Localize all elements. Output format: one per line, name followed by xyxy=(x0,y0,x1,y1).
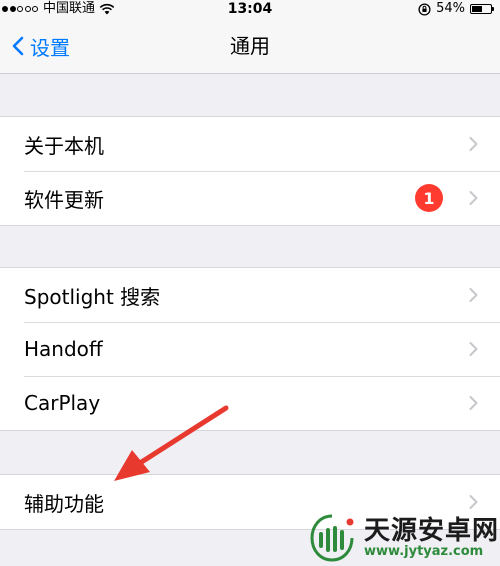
row-about-device[interactable]: 关于本机 xyxy=(0,117,500,171)
status-bar: 中国联通 13:04 54% xyxy=(0,0,500,18)
battery-percent: 54% xyxy=(436,1,465,16)
watermark: 天源安卓网 www.jytyaz.com xyxy=(306,510,500,566)
row-label: Spotlight 搜索 xyxy=(24,284,161,309)
chevron-right-icon xyxy=(469,288,478,302)
watermark-url: www.jytyaz.com xyxy=(364,543,484,559)
row-spotlight-search[interactable]: Spotlight 搜索 xyxy=(0,268,500,322)
android-logo-icon xyxy=(310,514,354,562)
row-label: 关于本机 xyxy=(24,133,104,158)
watermark-text: 天源安卓网 www.jytyaz.com xyxy=(364,515,500,559)
watermark-title: 天源安卓网 xyxy=(364,515,500,546)
status-right: 54% xyxy=(418,0,494,18)
row-label: 辅助功能 xyxy=(24,491,104,516)
settings-group-features: Spotlight 搜索 Handoff CarPlay xyxy=(0,267,500,431)
chevron-right-icon xyxy=(469,342,478,356)
update-badge: 1 xyxy=(415,184,443,212)
settings-group-about: 关于本机 软件更新 1 xyxy=(0,116,500,226)
orientation-lock-icon xyxy=(418,2,431,16)
chevron-right-icon xyxy=(469,137,478,151)
row-carplay[interactable]: CarPlay xyxy=(0,376,500,430)
row-label: CarPlay xyxy=(24,391,101,415)
chevron-right-icon xyxy=(469,396,478,410)
navigation-bar: 设置 通用 xyxy=(0,18,500,74)
chevron-right-icon xyxy=(469,495,478,509)
row-label: 软件更新 xyxy=(24,187,104,212)
battery-icon xyxy=(470,4,494,14)
row-handoff[interactable]: Handoff xyxy=(0,322,500,376)
page-title: 通用 xyxy=(230,34,270,58)
chevron-right-icon xyxy=(469,191,478,205)
row-label: Handoff xyxy=(24,337,103,361)
row-software-update[interactable]: 软件更新 1 xyxy=(0,171,500,225)
